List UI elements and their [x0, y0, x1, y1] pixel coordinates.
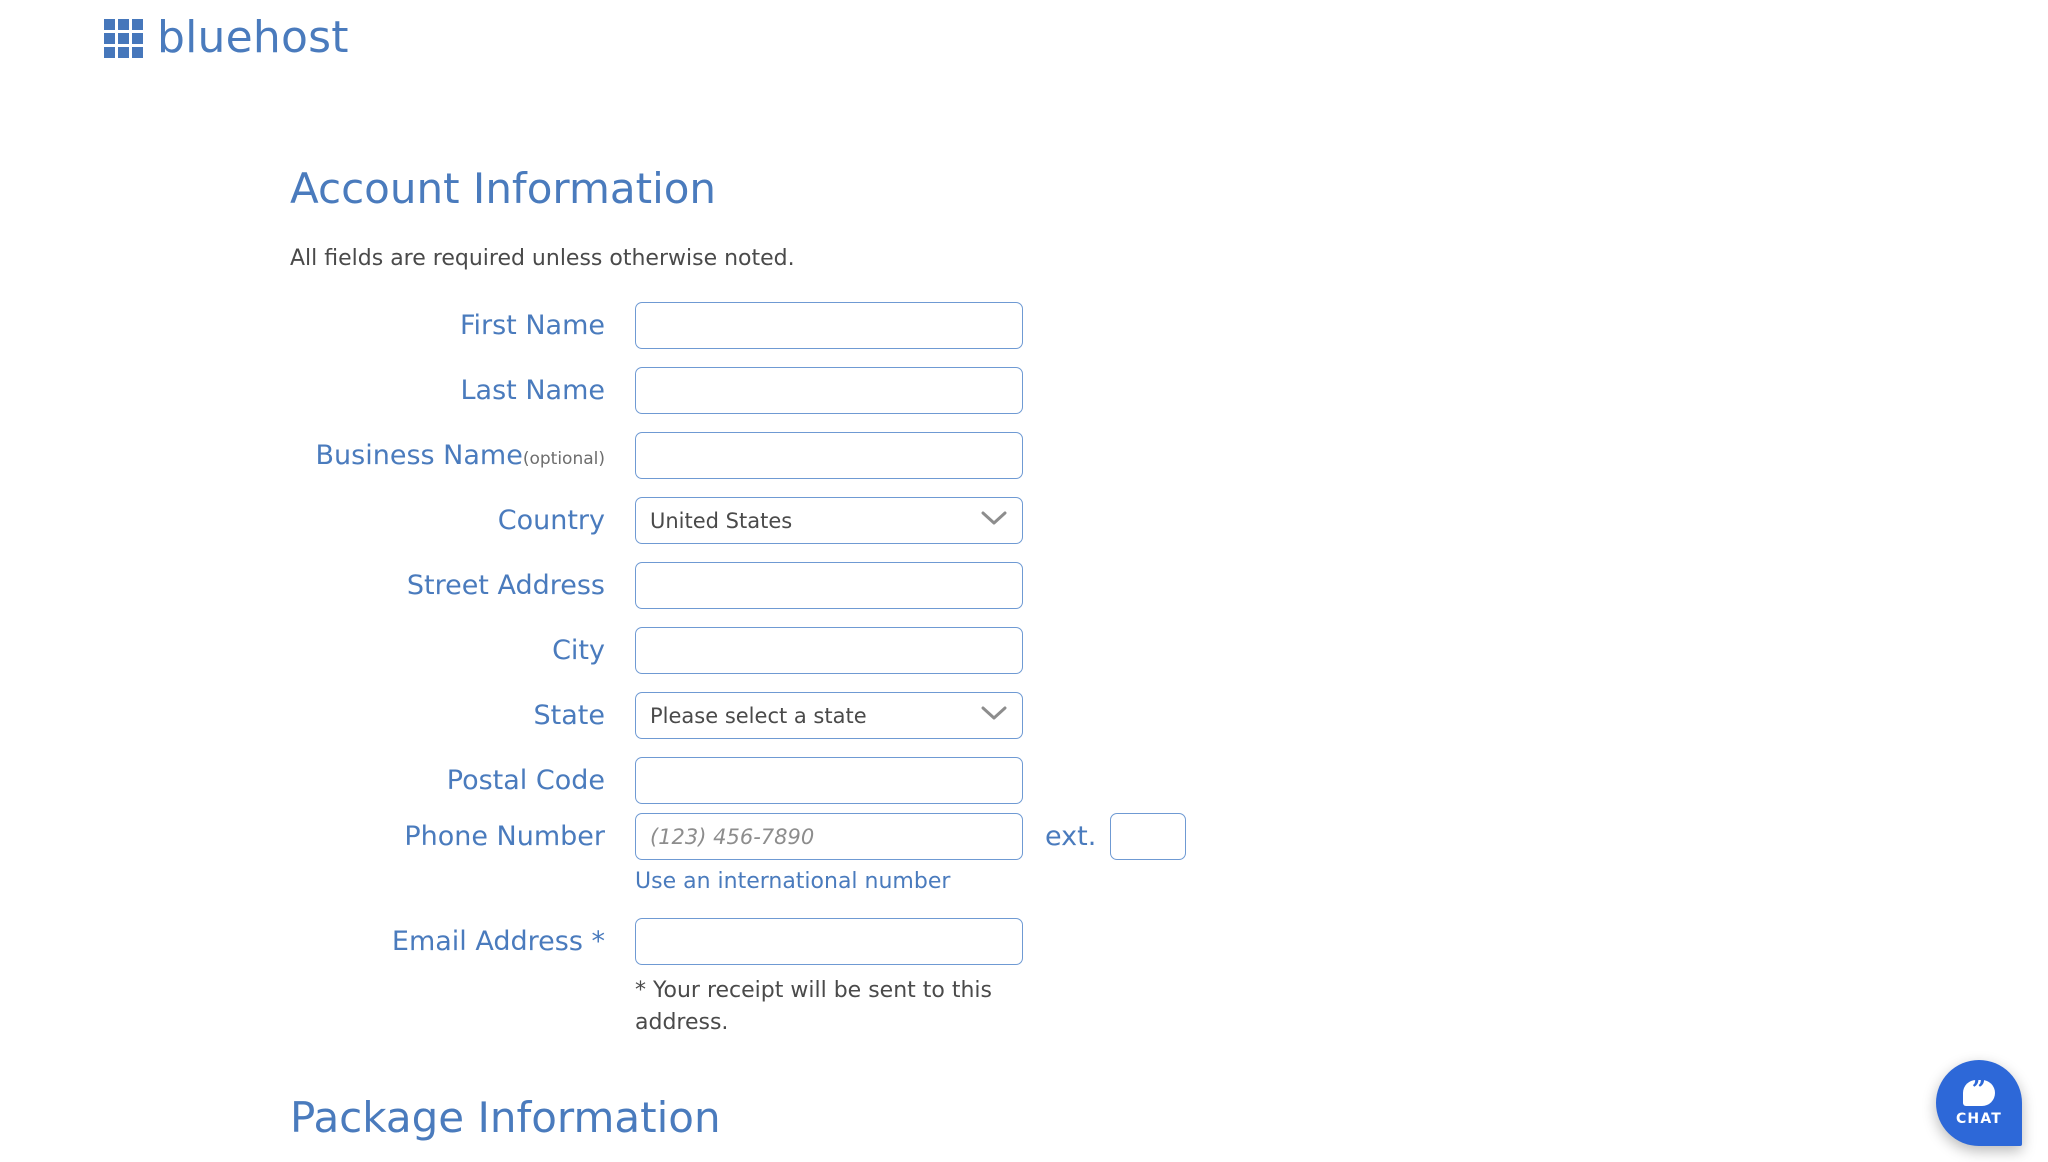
- city-label: City: [552, 634, 605, 666]
- ext-label: ext.: [1045, 821, 1097, 852]
- chat-bubble-icon: ”: [1963, 1077, 1995, 1106]
- required-fields-note: All fields are required unless otherwise…: [290, 246, 795, 271]
- chat-widget-label: CHAT: [1955, 1110, 2003, 1127]
- street-address-label: Street Address: [406, 569, 605, 601]
- last-name-input[interactable]: [635, 367, 1023, 414]
- country-control: United States: [635, 497, 1023, 544]
- phone-extension-input[interactable]: [1110, 813, 1187, 860]
- first-name-control: [635, 302, 1023, 349]
- business-name-input[interactable]: [635, 432, 1023, 479]
- street-address-input[interactable]: [635, 562, 1023, 609]
- country-label: Country: [497, 504, 605, 536]
- last-name-label: Last Name: [460, 374, 605, 406]
- grid-3x3-icon: [104, 18, 143, 58]
- phone-number-input[interactable]: [635, 813, 1023, 860]
- state-selected-value: Please select a state: [635, 692, 1023, 739]
- first-name-input[interactable]: [635, 302, 1023, 349]
- form-row-business-name: Business Name(optional): [290, 423, 2048, 488]
- form-row-first-name: First Name: [290, 293, 2048, 358]
- form-row-last-name: Last Name: [290, 358, 2048, 423]
- phone-number-inputs: ext.: [635, 813, 1187, 860]
- business-name-optional-tag: (optional): [522, 448, 605, 469]
- country-select[interactable]: United States: [635, 497, 1023, 544]
- form-row-state: State Please select a state: [290, 683, 2048, 748]
- brand-name: bluehost: [157, 12, 349, 63]
- city-input[interactable]: [635, 627, 1023, 674]
- postal-code-input[interactable]: [635, 757, 1023, 804]
- phone-number-control: ext. Use an international number: [635, 813, 1187, 894]
- brand-logo[interactable]: bluehost: [104, 16, 2048, 60]
- business-name-label: Business Name(optional): [290, 439, 635, 471]
- international-number-link[interactable]: Use an international number: [635, 869, 950, 894]
- form-row-street-address: Street Address: [290, 553, 2048, 618]
- business-name-control: [635, 432, 1023, 479]
- account-information-form: First Name Last Name Business Name(optio…: [290, 293, 2048, 1039]
- state-control: Please select a state: [635, 692, 1023, 739]
- main-content: Account Information All fields are requi…: [0, 168, 2048, 1139]
- state-label: State: [533, 699, 605, 731]
- form-row-phone-number: Phone Number ext. Use an international n…: [290, 813, 2048, 894]
- email-address-input[interactable]: [635, 918, 1023, 965]
- account-information-title: Account Information: [290, 164, 717, 213]
- state-select[interactable]: Please select a state: [635, 692, 1023, 739]
- first-name-label: First Name: [459, 309, 605, 341]
- postal-code-label: Postal Code: [446, 764, 605, 796]
- city-control: [635, 627, 1023, 674]
- page-header: bluehost: [0, 0, 2048, 86]
- form-row-postal-code: Postal Code: [290, 748, 2048, 813]
- email-address-control: * Your receipt will be sent to this addr…: [635, 918, 1025, 1039]
- business-name-label-text: Business Name: [315, 439, 523, 471]
- last-name-control: [635, 367, 1023, 414]
- email-address-label: Email Address *: [391, 926, 605, 957]
- street-address-control: [635, 562, 1023, 609]
- form-row-email-address: Email Address * * Your receipt will be s…: [290, 918, 2048, 1039]
- postal-code-control: [635, 757, 1023, 804]
- country-selected-value: United States: [635, 497, 1023, 544]
- phone-number-label: Phone Number: [404, 821, 605, 852]
- email-receipt-note: * Your receipt will be sent to this addr…: [635, 978, 992, 1035]
- package-information-title: Package Information: [290, 1092, 721, 1142]
- chat-widget-button[interactable]: ” CHAT: [1936, 1060, 2022, 1146]
- form-row-city: City: [290, 618, 2048, 683]
- form-row-country: Country United States: [290, 488, 2048, 553]
